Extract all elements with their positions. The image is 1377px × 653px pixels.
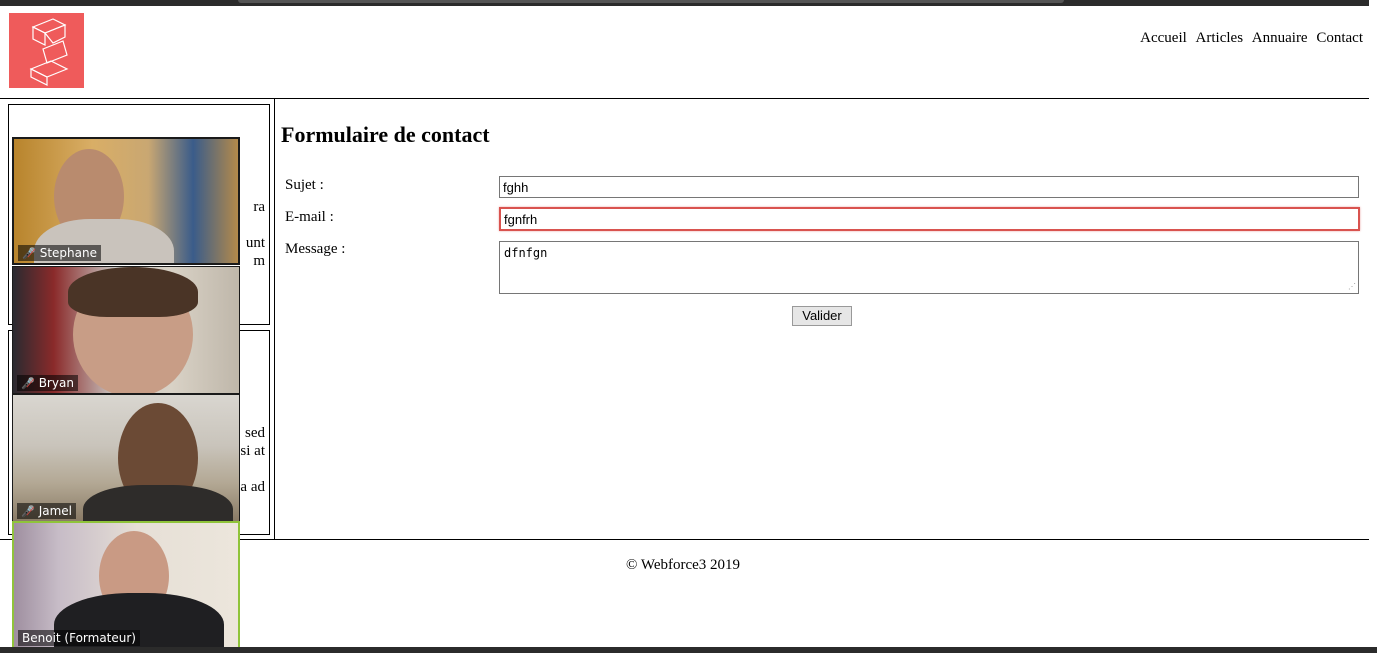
sidebar-text-fragment: sed bbox=[245, 425, 265, 441]
nav-articles[interactable]: Articles bbox=[1196, 30, 1243, 46]
site-logo[interactable] bbox=[9, 13, 84, 88]
participant-name-tag: Benoit (Formateur) bbox=[18, 630, 140, 646]
mic-muted-icon: 🎤̸ bbox=[22, 247, 36, 260]
video-tile-jamel[interactable]: 🎤̸ Jamel bbox=[12, 394, 240, 522]
participant-video bbox=[83, 485, 233, 521]
mic-muted-icon: 🎤̸ bbox=[21, 505, 35, 518]
email-label: E-mail : bbox=[285, 209, 334, 225]
resize-handle-icon[interactable]: ⋰ bbox=[1348, 283, 1356, 291]
logo-mark-icon bbox=[29, 18, 69, 86]
contact-section: Formulaire de contact bbox=[281, 122, 490, 148]
video-tile-bryan[interactable]: 🎤̸ Bryan bbox=[12, 266, 240, 394]
participant-video bbox=[68, 267, 198, 317]
message-label: Message : bbox=[285, 241, 346, 257]
video-tile-stephane[interactable]: 🎤̸ Stephane bbox=[12, 137, 240, 265]
site-footer: © Webforce3 2019 bbox=[626, 557, 741, 573]
message-textarea[interactable]: dfnfgn ⋰ bbox=[499, 241, 1359, 294]
subject-input[interactable]: fghh bbox=[499, 176, 1359, 198]
site-header: Accueil Articles Annuaire Contact bbox=[0, 6, 1369, 99]
window-edge bbox=[1369, 0, 1377, 653]
sidebar-text-fragment: si at bbox=[240, 443, 265, 459]
sidebar-text-fragment: a ad bbox=[240, 479, 265, 495]
participant-name-tag: 🎤̸ Stephane bbox=[18, 245, 101, 261]
subject-label: Sujet : bbox=[285, 177, 324, 193]
submit-button[interactable]: Valider bbox=[792, 306, 852, 326]
address-bar-shape bbox=[238, 0, 1064, 3]
video-tile-benoit[interactable]: Benoit (Formateur) bbox=[12, 521, 240, 650]
mic-muted-icon: 🎤̸ bbox=[21, 377, 35, 390]
sidebar-text-fragment: unt bbox=[245, 235, 265, 251]
nav-accueil[interactable]: Accueil bbox=[1140, 30, 1187, 46]
participant-name-tag: 🎤̸ Jamel bbox=[17, 503, 77, 519]
taskbar-edge bbox=[0, 647, 1377, 653]
participant-name-tag: 🎤̸ Bryan bbox=[17, 375, 78, 391]
email-input[interactable]: fgnfrh bbox=[499, 207, 1360, 231]
nav-contact[interactable]: Contact bbox=[1316, 30, 1363, 46]
column-divider bbox=[274, 98, 275, 539]
nav-annuaire[interactable]: Annuaire bbox=[1252, 30, 1308, 46]
message-text: dfnfgn bbox=[504, 246, 548, 260]
sidebar-text-fragment: m bbox=[253, 253, 265, 269]
main-nav: Accueil Articles Annuaire Contact bbox=[1135, 30, 1363, 47]
sidebar-text-fragment: ra bbox=[253, 199, 265, 215]
page-title: Formulaire de contact bbox=[281, 122, 490, 147]
